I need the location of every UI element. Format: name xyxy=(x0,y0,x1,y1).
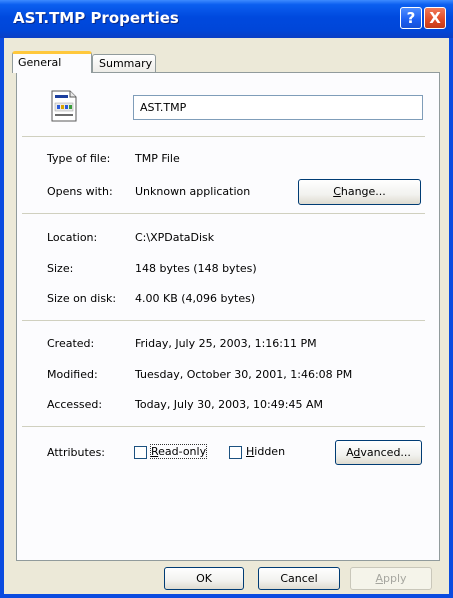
size-on-disk-value: 4.00 KB (4,096 bytes) xyxy=(135,292,256,305)
hidden-label[interactable]: Hidden xyxy=(246,445,285,458)
ok-button-label: OK xyxy=(196,572,212,585)
apply-button-mnemonic: A xyxy=(375,572,383,585)
size-on-disk-label: Size on disk: xyxy=(47,292,117,305)
title-bar[interactable]: AST.TMP Properties ? X xyxy=(0,0,453,38)
change-button-label: hange... xyxy=(340,185,386,198)
tab-general-label: General xyxy=(18,56,62,69)
hidden-label-rest: idden xyxy=(254,445,286,458)
hidden-checkbox[interactable] xyxy=(229,446,242,459)
readonly-checkbox[interactable] xyxy=(134,446,147,459)
separator xyxy=(22,136,425,137)
general-tab-panel xyxy=(16,72,440,561)
cancel-button[interactable]: Cancel xyxy=(258,567,340,590)
file-name-field[interactable]: AST.TMP xyxy=(133,95,423,120)
help-button[interactable]: ? xyxy=(400,7,422,29)
file-name-value: AST.TMP xyxy=(140,101,187,114)
change-button-mnemonic: C xyxy=(333,185,341,198)
size-value: 148 bytes (148 bytes) xyxy=(135,262,257,275)
advanced-button[interactable]: Advanced... xyxy=(335,440,422,465)
type-of-file-label: Type of file: xyxy=(47,152,111,165)
separator xyxy=(22,426,425,427)
tab-general[interactable]: General xyxy=(12,51,92,73)
ok-button[interactable]: OK xyxy=(164,567,244,590)
accessed-label: Accessed: xyxy=(47,398,103,411)
accessed-value: Today, July 30, 2003, 10:49:45 AM xyxy=(135,398,323,411)
window-title: AST.TMP Properties xyxy=(13,9,179,27)
cancel-button-label: Cancel xyxy=(280,572,318,585)
apply-button-rest: pply xyxy=(383,572,407,585)
change-button[interactable]: Change... xyxy=(298,179,421,205)
tmp-file-icon xyxy=(51,90,77,122)
help-icon: ? xyxy=(406,9,416,27)
separator xyxy=(22,320,425,321)
tab-summary[interactable]: Summary xyxy=(92,54,156,73)
location-value: C:\XPDataDisk xyxy=(135,231,215,244)
type-of-file-value: TMP File xyxy=(135,152,180,165)
size-label: Size: xyxy=(47,262,74,275)
properties-window: AST.TMP Properties ? X General Summary A… xyxy=(0,0,453,598)
advanced-button-rest: vanced... xyxy=(360,446,411,459)
separator xyxy=(22,213,425,214)
close-icon: X xyxy=(429,9,441,27)
readonly-label[interactable]: Read-only xyxy=(149,444,208,459)
apply-button[interactable]: Apply xyxy=(350,567,432,590)
location-label: Location: xyxy=(47,231,98,244)
tab-summary-label: Summary xyxy=(99,57,153,70)
readonly-label-rest: ead-only xyxy=(158,445,207,458)
attributes-label: Attributes: xyxy=(47,446,106,459)
opens-with-value: Unknown application xyxy=(135,185,251,198)
modified-value: Tuesday, October 30, 2001, 1:46:08 PM xyxy=(135,368,353,381)
created-value: Friday, July 25, 2003, 1:16:11 PM xyxy=(135,337,317,350)
created-label: Created: xyxy=(47,337,95,350)
modified-label: Modified: xyxy=(47,368,98,381)
opens-with-label: Opens with: xyxy=(47,185,113,198)
close-button[interactable]: X xyxy=(424,7,446,29)
